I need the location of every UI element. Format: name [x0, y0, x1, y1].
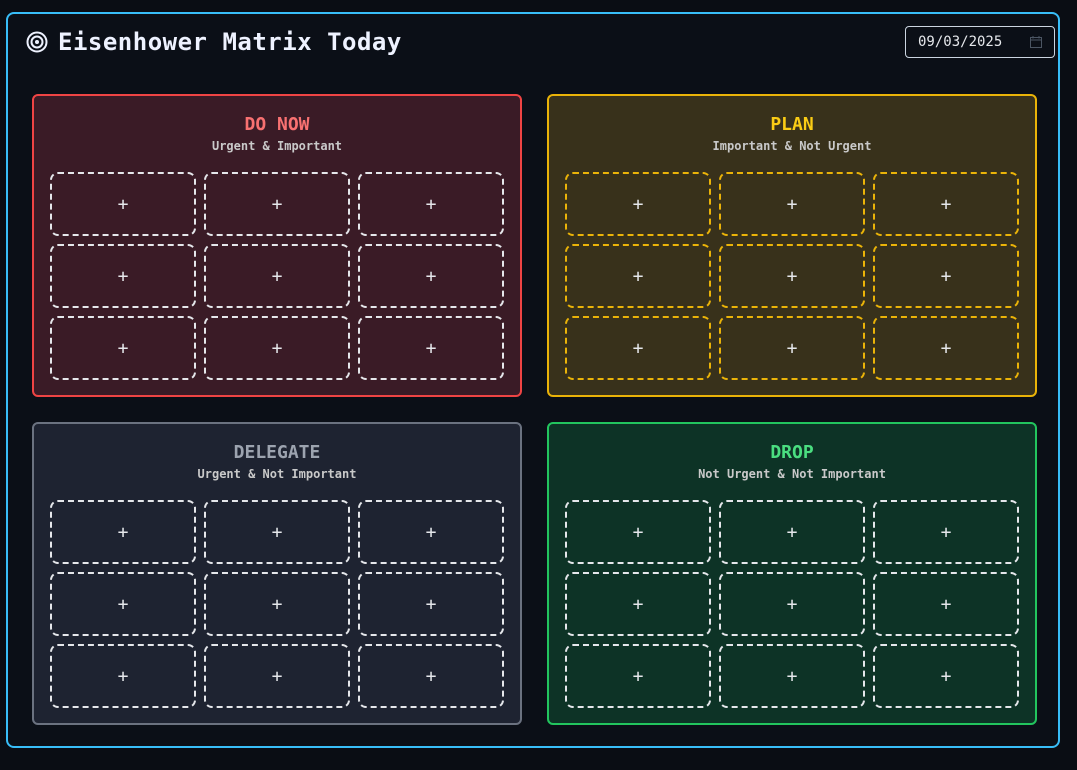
add-task-slot[interactable]: + — [50, 244, 196, 308]
task-slots: + + + + + + + + + — [50, 500, 504, 708]
header: Eisenhower Matrix Today 09/03/2025 — [26, 24, 1055, 60]
quadrant-header: DO NOW Urgent & Important — [34, 114, 520, 153]
add-task-slot[interactable]: + — [50, 500, 196, 564]
quadrant-subtitle: Urgent & Important — [211, 139, 343, 153]
add-task-slot[interactable]: + — [719, 500, 865, 564]
add-task-slot[interactable]: + — [719, 316, 865, 380]
add-task-slot[interactable]: + — [565, 500, 711, 564]
add-task-slot[interactable]: + — [50, 172, 196, 236]
add-task-slot[interactable]: + — [873, 244, 1019, 308]
add-task-slot[interactable]: + — [358, 500, 504, 564]
page-title: Eisenhower Matrix Today — [58, 28, 402, 56]
add-task-slot[interactable]: + — [204, 572, 350, 636]
title-group: Eisenhower Matrix Today — [26, 28, 402, 56]
add-task-slot[interactable]: + — [50, 316, 196, 380]
add-task-slot[interactable]: + — [565, 244, 711, 308]
add-task-slot[interactable]: + — [873, 644, 1019, 708]
add-task-slot[interactable]: + — [873, 172, 1019, 236]
quadrant-header: DROP Not Urgent & Not Important — [549, 442, 1035, 481]
date-input[interactable]: 09/03/2025 — [905, 26, 1055, 58]
add-task-slot[interactable]: + — [719, 172, 865, 236]
quadrant-subtitle: Urgent & Not Important — [197, 467, 357, 481]
quadrant-header: DELEGATE Urgent & Not Important — [34, 442, 520, 481]
quadrant-title: PLAN — [770, 114, 814, 135]
add-task-slot[interactable]: + — [719, 244, 865, 308]
add-task-slot[interactable]: + — [358, 244, 504, 308]
quadrant-plan: PLAN Important & Not Urgent + + + + + + … — [547, 94, 1037, 397]
add-task-slot[interactable]: + — [565, 644, 711, 708]
target-icon — [26, 31, 48, 53]
quadrant-drop: DROP Not Urgent & Not Important + + + + … — [547, 422, 1037, 725]
task-slots: + + + + + + + + + — [50, 172, 504, 380]
add-task-slot[interactable]: + — [719, 572, 865, 636]
add-task-slot[interactable]: + — [358, 172, 504, 236]
add-task-slot[interactable]: + — [204, 644, 350, 708]
add-task-slot[interactable]: + — [204, 244, 350, 308]
add-task-slot[interactable]: + — [565, 316, 711, 380]
add-task-slot[interactable]: + — [50, 644, 196, 708]
add-task-slot[interactable]: + — [873, 500, 1019, 564]
task-slots: + + + + + + + + + — [565, 172, 1019, 380]
add-task-slot[interactable]: + — [565, 572, 711, 636]
add-task-slot[interactable]: + — [358, 316, 504, 380]
date-value: 09/03/2025 — [918, 34, 1003, 50]
add-task-slot[interactable]: + — [873, 316, 1019, 380]
add-task-slot[interactable]: + — [204, 316, 350, 380]
calendar-icon[interactable] — [1030, 36, 1042, 48]
quadrant-delegate: DELEGATE Urgent & Not Important + + + + … — [32, 422, 522, 725]
add-task-slot[interactable]: + — [204, 172, 350, 236]
task-slots: + + + + + + + + + — [565, 500, 1019, 708]
add-task-slot[interactable]: + — [565, 172, 711, 236]
add-task-slot[interactable]: + — [358, 644, 504, 708]
quadrant-title: DELEGATE — [233, 442, 321, 463]
add-task-slot[interactable]: + — [50, 572, 196, 636]
quadrant-title: DROP — [770, 442, 814, 463]
add-task-slot[interactable]: + — [719, 644, 865, 708]
quadrant-title: DO NOW — [244, 114, 310, 135]
add-task-slot[interactable]: + — [358, 572, 504, 636]
quadrant-do-now: DO NOW Urgent & Important + + + + + + + … — [32, 94, 522, 397]
quadrant-subtitle: Important & Not Urgent — [712, 139, 872, 153]
add-task-slot[interactable]: + — [204, 500, 350, 564]
add-task-slot[interactable]: + — [873, 572, 1019, 636]
quadrant-subtitle: Not Urgent & Not Important — [698, 467, 886, 481]
quadrant-header: PLAN Important & Not Urgent — [549, 114, 1035, 153]
